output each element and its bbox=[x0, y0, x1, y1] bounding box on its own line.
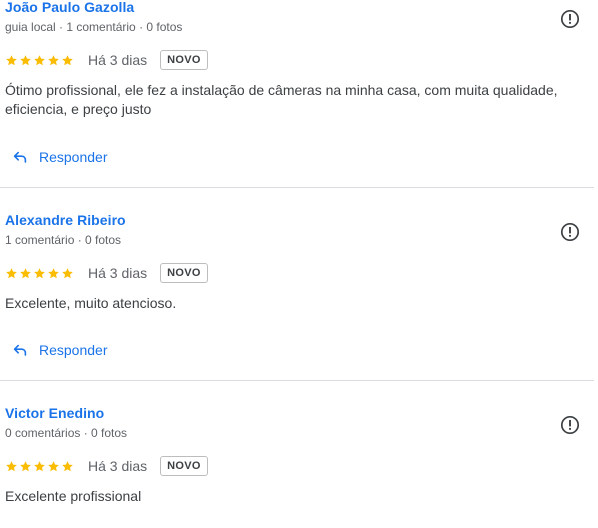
reply-label: Responder bbox=[39, 149, 108, 165]
star-icon bbox=[6, 267, 17, 278]
reply-button[interactable]: Responder bbox=[12, 336, 108, 364]
star-icon bbox=[62, 460, 73, 471]
review-text: Excelente, muito atencioso. bbox=[5, 295, 177, 311]
star-icon bbox=[34, 460, 45, 471]
reviewer-meta: 0 comentários · 0 fotos bbox=[5, 426, 128, 440]
review-text: Excelente profissional bbox=[5, 488, 142, 504]
star-icon bbox=[20, 54, 31, 65]
reply-label: Responder bbox=[39, 342, 108, 358]
star-icon bbox=[20, 267, 31, 278]
review-date: Há 3 dias bbox=[88, 52, 148, 68]
divider bbox=[0, 380, 594, 381]
star-icon bbox=[6, 460, 17, 471]
review-date: Há 3 dias bbox=[88, 265, 148, 281]
star-icon bbox=[20, 460, 31, 471]
reply-arrow-icon bbox=[13, 151, 27, 163]
reviewer-meta: 1 comentário · 0 fotos bbox=[5, 233, 122, 247]
reviewer-name[interactable]: Victor Enedino bbox=[5, 405, 104, 421]
report-icon[interactable] bbox=[560, 222, 580, 242]
review-date: Há 3 dias bbox=[88, 458, 148, 474]
reviewer-meta: guia local · 1 comentário · 0 fotos bbox=[5, 20, 183, 34]
star-icon bbox=[34, 54, 45, 65]
reviewer-name[interactable]: Alexandre Ribeiro bbox=[5, 212, 126, 228]
star-icon bbox=[48, 460, 59, 471]
star-icon bbox=[62, 267, 73, 278]
new-badge: NOVO bbox=[160, 456, 208, 476]
rating-row: Há 3 dias NOVO bbox=[5, 454, 208, 478]
divider bbox=[0, 187, 594, 188]
new-badge: NOVO bbox=[160, 263, 208, 283]
star-rating bbox=[5, 54, 74, 67]
review-card: João Paulo Gazolla guia local · 1 coment… bbox=[0, 0, 598, 188]
star-icon bbox=[48, 267, 59, 278]
new-badge: NOVO bbox=[160, 50, 208, 70]
review-card: Victor Enedino 0 comentários · 0 fotos H… bbox=[0, 386, 598, 528]
reply-button[interactable]: Responder bbox=[12, 143, 108, 171]
star-rating bbox=[5, 460, 74, 473]
review-card: Alexandre Ribeiro 1 comentário · 0 fotos… bbox=[0, 193, 598, 381]
rating-row: Há 3 dias NOVO bbox=[5, 48, 208, 72]
star-icon bbox=[6, 54, 17, 65]
reply-arrow-icon bbox=[13, 344, 27, 356]
rating-row: Há 3 dias NOVO bbox=[5, 261, 208, 285]
star-icon bbox=[34, 267, 45, 278]
reviewer-name[interactable]: João Paulo Gazolla bbox=[5, 0, 134, 15]
report-icon[interactable] bbox=[560, 415, 580, 435]
report-icon[interactable] bbox=[560, 9, 580, 29]
review-text: Ótimo profissional, ele fez a instalação… bbox=[5, 82, 558, 117]
star-icon bbox=[62, 54, 73, 65]
star-rating bbox=[5, 267, 74, 280]
star-icon bbox=[48, 54, 59, 65]
